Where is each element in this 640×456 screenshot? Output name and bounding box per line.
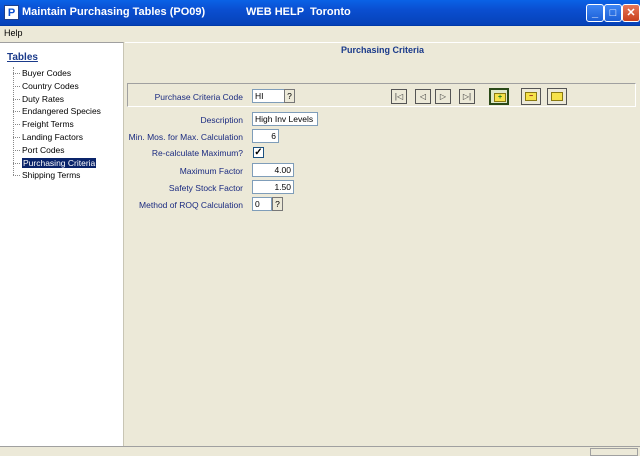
recalc-label: Re-calculate Maximum? bbox=[151, 148, 243, 158]
criteria-code-input[interactable]: HI bbox=[252, 89, 285, 103]
description-input[interactable]: High Inv Levels bbox=[252, 112, 318, 126]
add-record-icon: + bbox=[494, 93, 506, 102]
roq-method-input[interactable]: 0 bbox=[252, 197, 272, 211]
safety-stock-label: Safety Stock Factor bbox=[168, 183, 243, 193]
tables-sidebar: Tables Buyer Codes Country Codes Duty Ra… bbox=[0, 42, 124, 446]
first-record-icon[interactable]: |◁ bbox=[391, 89, 407, 104]
recalc-checkbox[interactable]: ✓ bbox=[253, 147, 264, 158]
title-bar: P Maintain Purchasing Tables (PO09) WEB … bbox=[0, 0, 640, 26]
code-label: Purchase Criteria Code bbox=[154, 92, 243, 102]
close-icon[interactable]: ✕ bbox=[622, 4, 640, 22]
minimize-icon[interactable]: _ bbox=[586, 4, 604, 22]
sidebar-item-buyer-codes[interactable]: Buyer Codes bbox=[7, 67, 119, 80]
status-bar bbox=[0, 446, 640, 456]
web-help-link[interactable]: WEB HELP bbox=[246, 6, 304, 18]
sidebar-item-country-codes[interactable]: Country Codes bbox=[7, 80, 119, 93]
status-pane bbox=[590, 448, 638, 456]
sidebar-item-port-codes[interactable]: Port Codes bbox=[7, 144, 119, 157]
roq-method-label: Method of ROQ Calculation bbox=[139, 200, 243, 210]
sidebar-item-shipping-terms[interactable]: Shipping Terms bbox=[7, 169, 119, 182]
menu-bar: Help bbox=[0, 26, 640, 41]
location-label: Toronto bbox=[310, 6, 351, 18]
maximize-icon[interactable]: □ bbox=[604, 4, 622, 22]
open-folder-icon bbox=[551, 92, 563, 101]
safety-stock-input[interactable]: 1.50 bbox=[252, 180, 294, 194]
sidebar-item-endangered-species[interactable]: Endangered Species bbox=[7, 105, 119, 118]
max-factor-input[interactable]: 4.00 bbox=[252, 163, 294, 177]
tables-tree: Buyer Codes Country Codes Duty Rates End… bbox=[7, 67, 119, 182]
delete-record-icon: − bbox=[525, 92, 537, 101]
max-factor-label: Maximum Factor bbox=[179, 166, 243, 176]
criteria-panel: Purchasing Criteria Purchase Criteria Co… bbox=[125, 42, 640, 446]
tables-header: Tables bbox=[7, 52, 38, 63]
add-record-button[interactable]: + bbox=[489, 88, 509, 105]
window-title: Maintain Purchasing Tables (PO09) bbox=[22, 6, 206, 18]
sidebar-item-freight-terms[interactable]: Freight Terms bbox=[7, 118, 119, 131]
roq-lookup-button[interactable]: ? bbox=[272, 197, 283, 211]
min-mos-input[interactable]: 6 bbox=[252, 129, 279, 143]
sidebar-item-landing-factors[interactable]: Landing Factors bbox=[7, 131, 119, 144]
last-record-icon[interactable]: ▷| bbox=[459, 89, 475, 104]
sidebar-item-purchasing-criteria[interactable]: Purchasing Criteria bbox=[7, 157, 119, 170]
menu-help[interactable]: Help bbox=[4, 28, 23, 38]
previous-record-icon[interactable]: ◁ bbox=[415, 89, 431, 104]
description-label: Description bbox=[200, 115, 243, 125]
sidebar-item-duty-rates[interactable]: Duty Rates bbox=[7, 93, 119, 106]
code-lookup-button[interactable]: ? bbox=[284, 89, 295, 103]
open-folder-button[interactable] bbox=[547, 88, 567, 105]
next-record-icon[interactable]: ▷ bbox=[435, 89, 451, 104]
page-title: Purchasing Criteria bbox=[340, 45, 425, 55]
delete-record-button[interactable]: − bbox=[521, 88, 541, 105]
app-icon: P bbox=[4, 5, 19, 20]
min-mos-label: Min. Mos. for Max. Calculation bbox=[128, 132, 243, 142]
